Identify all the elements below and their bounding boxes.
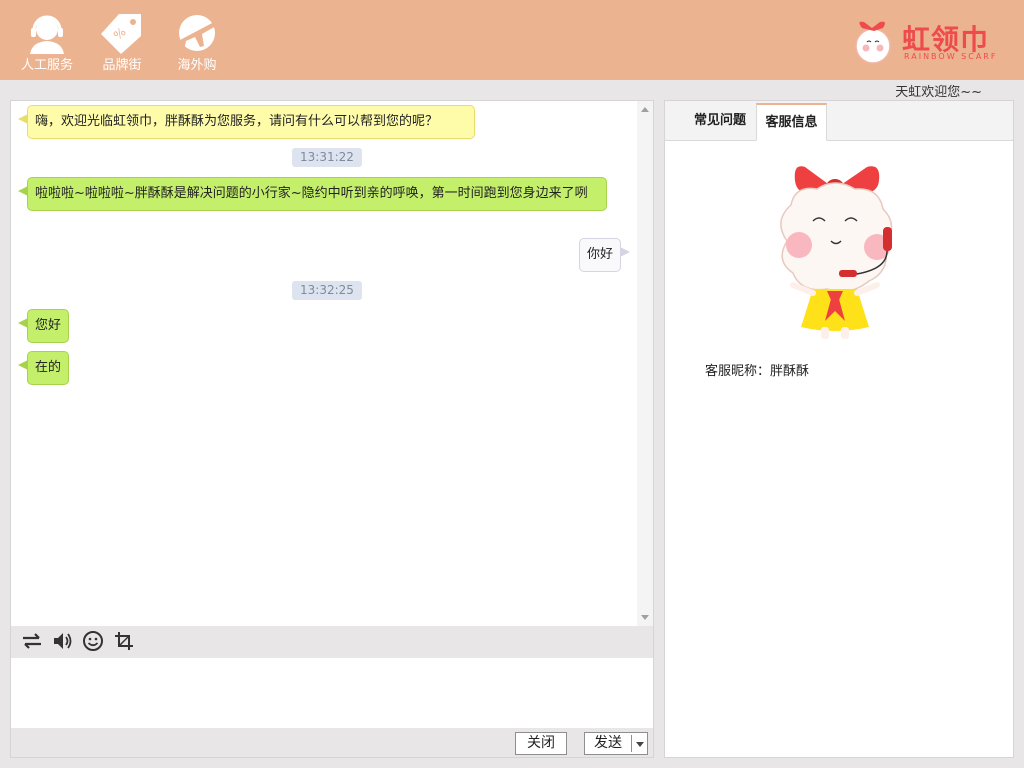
cartoon-girl-headset-mascot xyxy=(780,166,893,339)
speaker-icon[interactable] xyxy=(51,630,73,652)
send-button[interactable]: 发送 xyxy=(584,732,648,755)
brand-logo[interactable]: 虹领巾 RAINBOW SCARF xyxy=(850,18,1000,66)
chat-toolbar xyxy=(11,626,653,658)
agent-message: 嗨，欢迎光临虹领巾，胖酥酥为您服务，请问有什么可以帮到您的呢？ xyxy=(18,105,475,139)
tab-faq[interactable]: 常见问题 xyxy=(683,103,757,141)
message-text: 在的 xyxy=(35,360,62,375)
nav-label: 海外购 xyxy=(177,58,217,73)
message-timestamp: 13:32:25 xyxy=(292,281,362,300)
customer-service-icon xyxy=(30,15,64,54)
transfer-arrows-icon[interactable] xyxy=(21,630,43,652)
nav-customer-service[interactable]: 人工服务 xyxy=(12,10,82,74)
user-message: 你好 xyxy=(579,238,631,272)
welcome-text: 天虹欢迎您~~ xyxy=(895,85,982,100)
rainbow-scarf-mascot-logo xyxy=(855,21,891,64)
nav-label: 人工服务 xyxy=(20,58,73,73)
top-header: 人工服务 % 品牌街 海外购 虹领巾 RAINBOW SCARF xyxy=(0,0,1024,80)
scroll-up-icon[interactable] xyxy=(641,107,649,112)
brand-subtitle: RAINBOW SCARF xyxy=(904,52,998,61)
message-scrollbar[interactable] xyxy=(637,101,653,626)
message-timestamp: 13:31:22 xyxy=(292,148,362,167)
close-button[interactable]: 关闭 xyxy=(515,732,567,755)
airplane-globe-icon xyxy=(179,15,216,51)
message-text: 嗨，欢迎光临虹领巾，胖酥酥为您服务，请问有什么可以帮到您的呢？ xyxy=(35,114,439,129)
agent-message: 啦啦啦~啦啦啦~胖酥酥是解决问题的小行家~隐约中听到亲的呼唤，第一时间跑到您身边… xyxy=(18,177,607,211)
send-split-divider xyxy=(631,735,632,752)
tab-customer-service-info[interactable]: 客服信息 xyxy=(756,103,827,141)
message-list: 嗨，欢迎光临虹领巾，胖酥酥为您服务，请问有什么可以帮到您的呢？ 13:31:22… xyxy=(11,101,637,626)
scroll-down-icon[interactable] xyxy=(641,615,649,620)
message-input[interactable] xyxy=(11,658,653,728)
message-text: 您好 xyxy=(35,318,62,333)
price-tag-icon: % xyxy=(101,14,141,54)
agent-message: 您好 xyxy=(17,309,70,343)
nav-label: 品牌街 xyxy=(102,58,142,73)
crop-screenshot-icon[interactable] xyxy=(113,630,135,652)
agent-nickname: 客服昵称：胖酥酥 xyxy=(705,364,810,379)
chevron-down-icon[interactable] xyxy=(636,742,644,747)
info-tabs: 常见问题 客服信息 xyxy=(665,101,1013,141)
message-text: 你好 xyxy=(587,247,614,262)
emoji-icon[interactable] xyxy=(82,630,104,652)
nav-overseas-shopping[interactable]: 海外购 xyxy=(162,10,232,74)
send-button-label[interactable]: 发送 xyxy=(585,733,631,754)
info-panel: 常见问题 客服信息 客服昵称：胖酥酥 xyxy=(664,100,1014,758)
message-text: 啦啦啦~啦啦啦~胖酥酥是解决问题的小行家~隐约中听到亲的呼唤，第一时间跑到您身边… xyxy=(35,186,588,201)
chat-footer: 关闭 发送 xyxy=(11,728,653,757)
chat-panel: 嗨，欢迎光临虹领巾，胖酥酥为您服务，请问有什么可以帮到您的呢？ 13:31:22… xyxy=(10,100,654,758)
agent-message: 在的 xyxy=(17,351,70,385)
nav-brand-street[interactable]: % 品牌街 xyxy=(87,10,157,74)
